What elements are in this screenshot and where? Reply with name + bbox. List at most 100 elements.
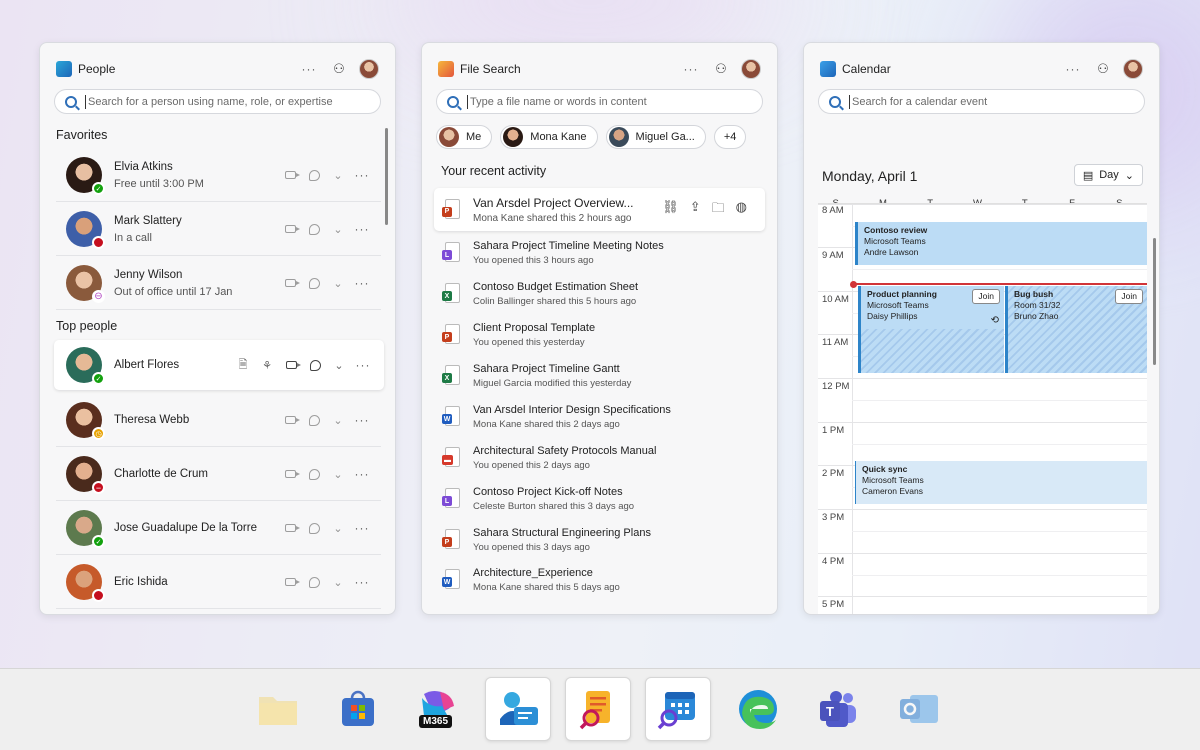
chevron-down-icon[interactable]: ⌄: [329, 573, 347, 591]
file-item[interactable]: L Contoso Project Kick-off Notes Celeste …: [434, 486, 765, 512]
video-call-icon[interactable]: [281, 465, 300, 483]
people-scrollbar[interactable]: [385, 128, 388, 225]
chevron-down-icon[interactable]: ⌄: [329, 411, 347, 429]
chat-icon[interactable]: [305, 220, 323, 238]
chat-icon[interactable]: [305, 411, 323, 429]
view-selector[interactable]: ▤ Day ⌄: [1073, 164, 1143, 186]
file-item[interactable]: ▬ Architectural Safety Protocols Manual Y…: [434, 445, 765, 471]
chat-icon[interactable]: [305, 465, 323, 483]
video-call-icon[interactable]: [281, 274, 300, 292]
join-button[interactable]: Join: [972, 289, 1000, 304]
document-icon[interactable]: 🗎: [234, 356, 252, 374]
profile-avatar[interactable]: [359, 59, 379, 79]
chevron-down-icon[interactable]: ⌄: [329, 274, 347, 292]
calendar-event[interactable]: Quick sync Microsoft Teams Cameron Evans: [855, 461, 1147, 504]
teams-icon[interactable]: T: [805, 677, 871, 741]
more-icon[interactable]: ···: [353, 465, 371, 483]
video-call-icon[interactable]: [281, 220, 300, 238]
open-folder-icon[interactable]: 🗀: [712, 199, 725, 221]
person-row[interactable]: ✓ Albert Flores 🗎 ⚘ ⌄ ···: [54, 340, 384, 390]
person-row[interactable]: Eric Ishida ⌄ ···: [56, 556, 381, 609]
more-icon[interactable]: ···: [353, 274, 371, 292]
person-row[interactable]: ⊖ Jenny Wilson Out of office until 17 Ja…: [56, 257, 381, 310]
join-button[interactable]: Join: [1115, 289, 1143, 304]
profile-avatar[interactable]: [1123, 59, 1143, 79]
calendar-search-input[interactable]: [849, 94, 1144, 109]
more-icon[interactable]: ···: [354, 356, 372, 374]
more-options-icon[interactable]: ···: [679, 57, 703, 81]
filter-chip[interactable]: Miguel Ga...: [605, 125, 706, 149]
more-options-icon[interactable]: ···: [297, 57, 321, 81]
chevron-down-icon[interactable]: ⌄: [330, 356, 348, 374]
file-search-input[interactable]: [467, 94, 762, 109]
outlook-icon[interactable]: [885, 677, 951, 741]
calendar-event[interactable]: Bug bush Room 31/32 Bruno Zhao Join: [1005, 286, 1147, 373]
event-title: Quick sync: [862, 464, 908, 474]
file-item[interactable]: P Client Proposal Template You opened thi…: [434, 322, 765, 348]
file-item[interactable]: L Sahara Project Timeline Meeting Notes Y…: [434, 240, 765, 266]
file-item[interactable]: X Sahara Project Timeline Gantt Miguel Ga…: [434, 363, 765, 389]
chat-icon[interactable]: [305, 274, 323, 292]
person-row[interactable]: ✓ Elvia Atkins Free until 3:00 PM ⌄ ···: [56, 149, 381, 202]
share-icon[interactable]: ⇪: [690, 199, 701, 221]
person-row[interactable]: ✓ Jose Guadalupe De la Torre ⌄ ···: [56, 502, 381, 555]
chevron-down-icon[interactable]: ⌄: [329, 519, 347, 537]
file-item[interactable]: P Van Arsdel Project Overview... Mona Ka…: [434, 188, 765, 231]
filter-chip[interactable]: Mona Kane: [500, 125, 598, 149]
file-item[interactable]: W Architecture_Experience Mona Kane share…: [434, 567, 765, 593]
calendar-scrollbar[interactable]: [1153, 238, 1156, 365]
chevron-down-icon[interactable]: ⌄: [329, 166, 347, 184]
file-search-box[interactable]: [436, 89, 763, 114]
share-icon[interactable]: ⚇: [1091, 57, 1115, 81]
video-call-icon[interactable]: [282, 356, 301, 374]
video-call-icon[interactable]: [281, 166, 300, 184]
people-app-icon[interactable]: [485, 677, 551, 741]
chat-icon[interactable]: [306, 356, 324, 374]
more-icon[interactable]: ···: [353, 220, 371, 238]
video-call-icon[interactable]: [281, 411, 300, 429]
people-search[interactable]: [54, 89, 381, 114]
org-chart-icon[interactable]: ⚘: [258, 356, 276, 374]
file-item[interactable]: P Sahara Structural Engineering Plans You…: [434, 527, 765, 553]
more-options-icon[interactable]: ···: [1061, 57, 1085, 81]
chevron-down-icon[interactable]: ⌄: [329, 465, 347, 483]
chat-icon[interactable]: [305, 573, 323, 591]
video-call-icon[interactable]: [281, 573, 300, 591]
copy-link-icon[interactable]: ⛓: [662, 199, 679, 221]
person-row[interactable]: − Charlotte de Crum ⌄ ···: [56, 448, 381, 501]
more-icon[interactable]: ···: [353, 411, 371, 429]
file-search-app-icon[interactable]: [565, 677, 631, 741]
person-row[interactable]: ◷ Theresa Webb ⌄ ···: [56, 394, 381, 447]
microsoft-store-icon[interactable]: [325, 677, 391, 741]
microsoft-365-icon[interactable]: M365: [405, 677, 471, 741]
filter-chip[interactable]: Me: [436, 125, 493, 149]
video-call-icon[interactable]: [281, 519, 300, 537]
calendar-app-icon[interactable]: [645, 677, 711, 741]
event-tentative-extension[interactable]: [858, 329, 1004, 373]
calendar-search[interactable]: [818, 89, 1145, 114]
share-icon[interactable]: ⚇: [709, 57, 733, 81]
chat-icon[interactable]: [305, 166, 323, 184]
file-item[interactable]: X Contoso Budget Estimation Sheet Colin B…: [434, 281, 765, 307]
calendar-event[interactable]: Contoso review Microsoft Teams Andre Law…: [855, 222, 1147, 265]
edge-browser-icon[interactable]: [725, 677, 791, 741]
calendar-event[interactable]: Product planning Microsoft Teams Daisy P…: [858, 286, 1004, 329]
people-app-icon: [56, 61, 72, 77]
day-timeline[interactable]: 8 AM 9 AM 10 AM 11 AM 12 PM 1 PM 2 PM 3 …: [818, 203, 1147, 614]
person-row[interactable]: Mark Slattery In a call ⌄ ···: [56, 203, 381, 256]
share-icon[interactable]: ⚇: [327, 57, 351, 81]
loop-icon: L: [442, 488, 460, 510]
profile-avatar[interactable]: [741, 59, 761, 79]
more-icon[interactable]: ···: [353, 166, 371, 184]
file-explorer-icon[interactable]: [245, 677, 311, 741]
people-search-input[interactable]: [85, 94, 380, 109]
more-icon[interactable]: ···: [353, 519, 371, 537]
chevron-down-icon[interactable]: ⌄: [329, 220, 347, 238]
chat-icon[interactable]: [305, 519, 323, 537]
half-hour-line: [852, 575, 1147, 576]
person-name: Theresa Webb: [114, 414, 190, 426]
open-in-browser-icon[interactable]: ◍: [736, 199, 747, 221]
more-icon[interactable]: ···: [353, 573, 371, 591]
file-item[interactable]: W Van Arsdel Interior Design Specificati…: [434, 404, 765, 430]
more-people-chip[interactable]: +4: [713, 125, 747, 149]
